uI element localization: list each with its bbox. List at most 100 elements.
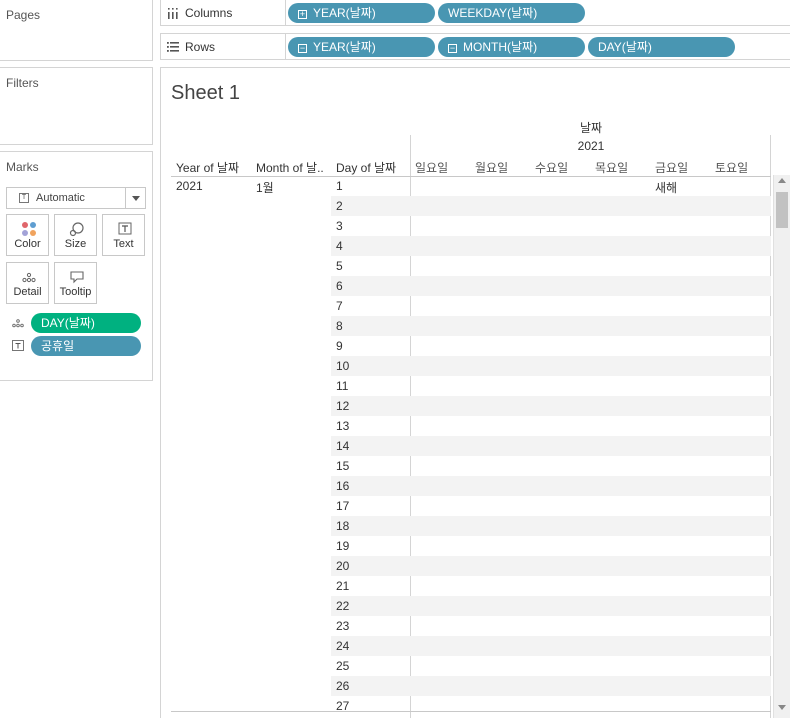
expand-icon[interactable]: + — [298, 10, 307, 19]
detail-icon — [22, 272, 36, 283]
col-year-pill-label: YEAR(날짜) — [313, 6, 376, 20]
day-number: 20 — [336, 559, 350, 573]
day-number: 23 — [336, 619, 350, 633]
table-row[interactable]: 4 — [331, 236, 771, 256]
table-row[interactable]: 12 — [331, 396, 771, 416]
table-row[interactable]: 18 — [331, 516, 771, 536]
weekday-header[interactable]: 금요일 — [651, 159, 711, 176]
table-row[interactable]: 13 — [331, 416, 771, 436]
table-row[interactable]: 7 — [331, 296, 771, 316]
sheet-view[interactable]: Sheet 1 날짜 2021 Year of 날짜 Month of 날.. … — [160, 67, 790, 718]
table-row[interactable]: 20 — [331, 556, 771, 576]
table-row[interactable]: 25 — [331, 656, 771, 676]
row-month-pill-label: MONTH(날짜) — [463, 40, 538, 54]
tooltip-icon — [70, 271, 84, 284]
collapse-icon[interactable]: − — [298, 44, 307, 53]
row-header-month[interactable]: Month of 날.. — [256, 159, 330, 176]
text-button[interactable]: Text — [102, 214, 145, 256]
text-mark-icon: T — [19, 193, 29, 203]
table-row[interactable]: 11 — [331, 376, 771, 396]
detail-label: Detail — [13, 286, 42, 298]
table-row[interactable]: 21 — [331, 576, 771, 596]
table-row[interactable]: 6 — [331, 276, 771, 296]
day-number: 16 — [336, 479, 350, 493]
table-row[interactable]: 24 — [331, 636, 771, 656]
mark-type-dropdown[interactable]: T Automatic — [6, 187, 146, 209]
row-header-year[interactable]: Year of 날짜 — [176, 159, 252, 176]
chevron-down-icon[interactable] — [125, 188, 145, 208]
table-row[interactable]: 27 — [331, 696, 771, 716]
marks-card: Marks T Automatic Color Size Text Detail… — [0, 151, 153, 381]
day-number: 24 — [336, 639, 350, 653]
scroll-thumb[interactable] — [776, 192, 788, 228]
filters-title: Filters — [6, 76, 39, 90]
table-row[interactable]: 23 — [331, 616, 771, 636]
weekday-header[interactable]: 월요일 — [471, 159, 531, 176]
col-year-pill[interactable]: + YEAR(날짜) — [288, 3, 435, 23]
vertical-scrollbar[interactable] — [773, 175, 790, 718]
scroll-down-icon[interactable] — [778, 705, 786, 710]
day-number: 2 — [336, 199, 343, 213]
row-header-day[interactable]: Day of 날짜 — [336, 159, 408, 176]
day-number: 19 — [336, 539, 350, 553]
table-row[interactable]: 5 — [331, 256, 771, 276]
left-panel: Pages Filters Marks T Automatic Color Si… — [0, 0, 158, 718]
table-row[interactable]: 9 — [331, 336, 771, 356]
size-label: Size — [64, 238, 87, 250]
row-day-pill[interactable]: DAY(날짜) — [588, 37, 735, 57]
table-row[interactable]: 22 — [331, 596, 771, 616]
detail-button[interactable]: Detail — [6, 262, 49, 304]
color-button[interactable]: Color — [6, 214, 49, 256]
filters-card[interactable]: Filters — [0, 67, 153, 145]
marks-title: Marks — [6, 160, 39, 174]
columns-icon — [168, 8, 178, 19]
table-row[interactable]: 19 — [331, 536, 771, 556]
day-number: 18 — [336, 519, 350, 533]
column-field-header: 날짜 — [579, 121, 603, 135]
table-row[interactable]: 16 — [331, 476, 771, 496]
sheet-title: Sheet 1 — [171, 82, 240, 104]
table-row[interactable]: 10 — [331, 356, 771, 376]
row-month-pill[interactable]: − MONTH(날짜) — [438, 37, 585, 57]
weekday-header[interactable]: 토요일 — [711, 159, 771, 176]
size-button[interactable]: Size — [54, 214, 97, 256]
tooltip-button[interactable]: Tooltip — [54, 262, 97, 304]
table-row[interactable]: 15 — [331, 456, 771, 476]
column-year-header[interactable]: 2021 — [411, 139, 771, 153]
scroll-up-icon[interactable] — [778, 178, 786, 183]
table-row[interactable]: 3 — [331, 216, 771, 236]
day-number: 6 — [336, 279, 343, 293]
day-number: 8 — [336, 319, 343, 333]
table-row[interactable]: 17 — [331, 496, 771, 516]
col-weekday-pill[interactable]: WEEKDAY(날짜) — [438, 3, 585, 23]
day-detail-pill[interactable]: DAY(날짜) — [31, 313, 141, 333]
collapse-icon[interactable]: − — [448, 44, 457, 53]
text-label: Text — [113, 238, 134, 250]
rows-label: Rows — [185, 40, 216, 54]
detail-small-icon — [12, 319, 24, 328]
day-number: 3 — [336, 219, 343, 233]
table-row[interactable]: 26 — [331, 676, 771, 696]
size-icon — [69, 222, 84, 237]
rows-icon — [167, 42, 179, 52]
weekday-header[interactable]: 목요일 — [591, 159, 651, 176]
table-row[interactable]: 8 — [331, 316, 771, 336]
holiday-text-pill[interactable]: 공휴일 — [31, 336, 141, 356]
day-number: 9 — [336, 339, 343, 353]
table-row[interactable]: 2 — [331, 196, 771, 216]
year-cell[interactable]: 2021 — [176, 179, 203, 193]
day-number: 14 — [336, 439, 350, 453]
bottom-divider — [171, 711, 771, 712]
day-number: 5 — [336, 259, 343, 273]
columns-shelf[interactable]: Columns + YEAR(날짜) WEEKDAY(날짜) — [160, 0, 790, 26]
row-year-pill[interactable]: − YEAR(날짜) — [288, 37, 435, 57]
pages-card[interactable]: Pages — [0, 0, 153, 61]
table-row[interactable]: 14 — [331, 436, 771, 456]
rows-shelf[interactable]: Rows − YEAR(날짜) − MONTH(날짜) DAY(날짜) — [160, 33, 790, 60]
weekday-header[interactable]: 수요일 — [531, 159, 591, 176]
weekday-header[interactable]: 일요일 — [411, 159, 471, 176]
holiday-mark[interactable]: 새해 — [655, 179, 677, 196]
text-small-icon — [12, 340, 24, 351]
table-row[interactable]: 1 — [331, 176, 771, 196]
month-cell[interactable]: 1월 — [256, 179, 274, 196]
